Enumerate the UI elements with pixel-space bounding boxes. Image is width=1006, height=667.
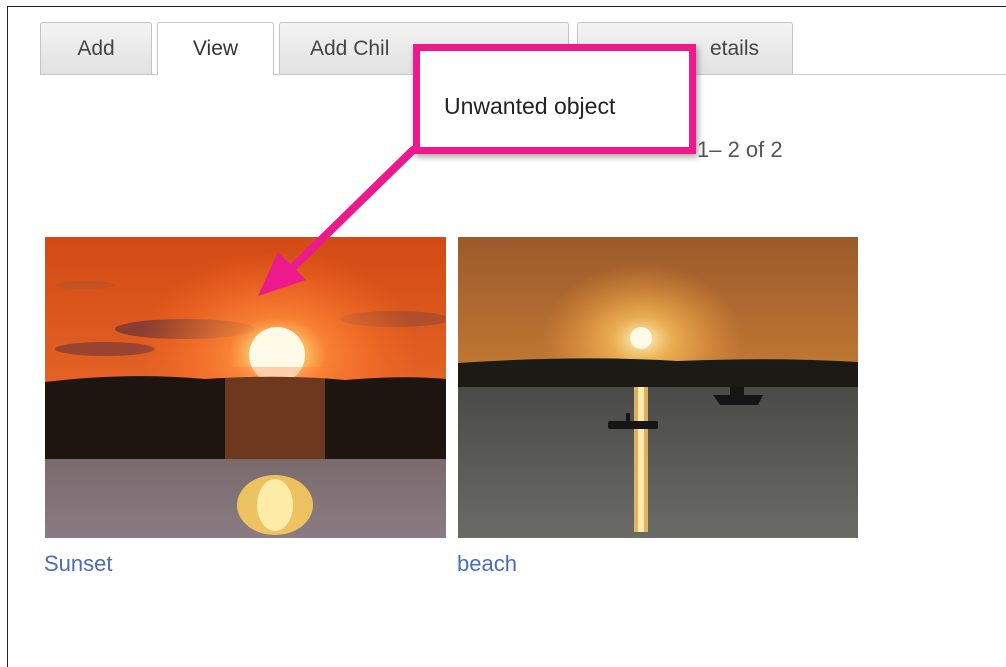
caption-link-sunset[interactable]: Sunset [44, 551, 113, 577]
tab-add[interactable]: Add [40, 22, 152, 74]
tab-add-label: Add [77, 36, 115, 60]
thumbnail-sunset[interactable] [45, 237, 446, 538]
annotation-text: Unwanted object [444, 93, 616, 119]
pagination-count: 1– 2 of 2 [697, 137, 783, 162]
annotation-callout-box: Unwanted object [413, 44, 696, 154]
beach-image [458, 237, 858, 538]
tab-add-child-label: Add Chil [310, 36, 390, 60]
sunset-image [45, 237, 446, 538]
tab-view[interactable]: View [157, 22, 274, 75]
caption-link-beach[interactable]: beach [457, 551, 517, 577]
tab-view-label: View [192, 37, 239, 60]
thumbnail-beach[interactable] [458, 237, 858, 538]
tab-details-label: etails [709, 36, 759, 60]
